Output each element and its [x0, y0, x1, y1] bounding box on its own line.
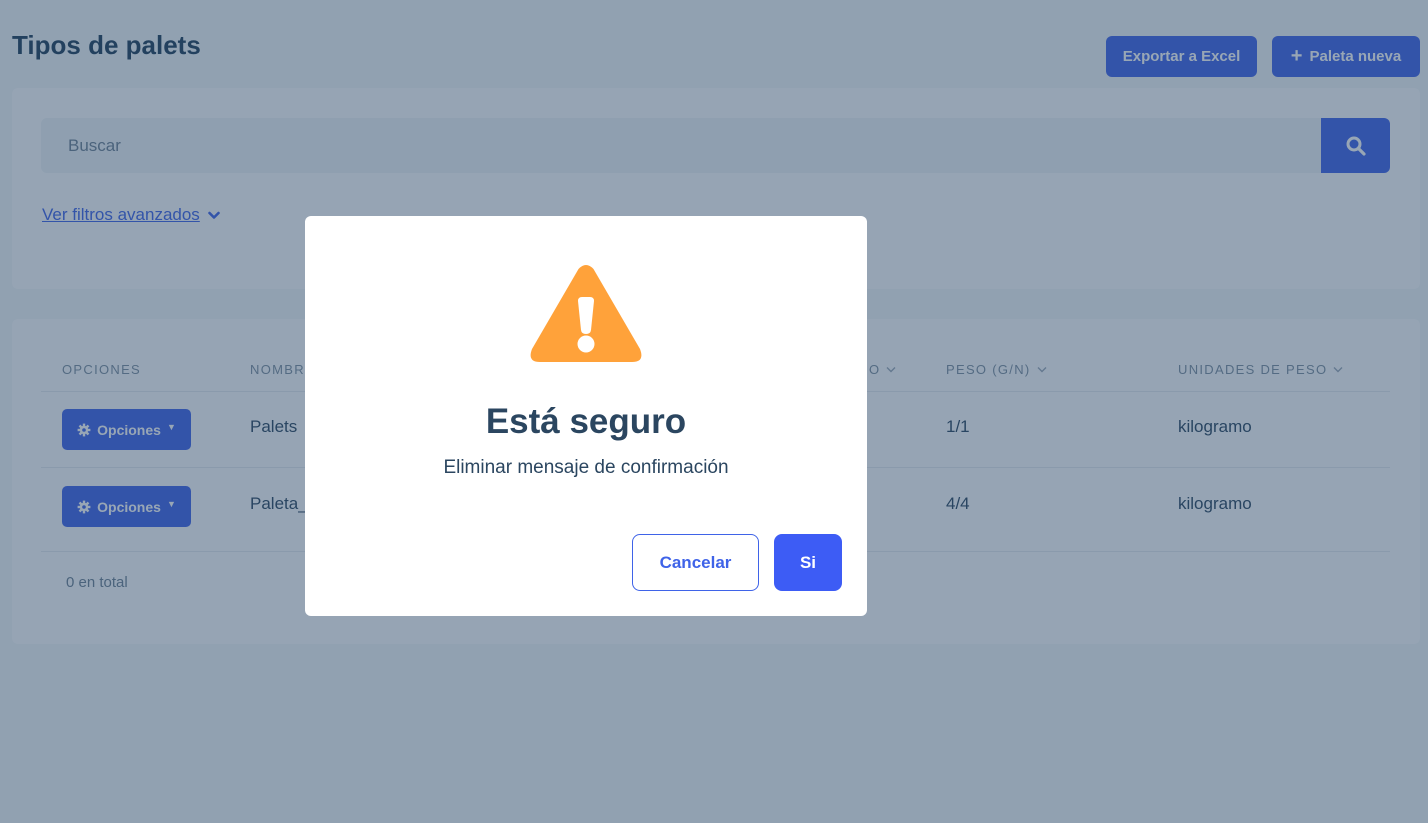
warning-triangle-icon: [530, 265, 642, 362]
dialog-title: Está seguro: [485, 402, 687, 441]
dialog-message: Eliminar mensaje de confirmación: [443, 457, 729, 478]
confirm-button[interactable]: Si: [774, 534, 842, 591]
cancel-button[interactable]: Cancelar: [632, 534, 759, 591]
confirm-dialog: Está seguro Eliminar mensaje de confirma…: [305, 216, 867, 616]
